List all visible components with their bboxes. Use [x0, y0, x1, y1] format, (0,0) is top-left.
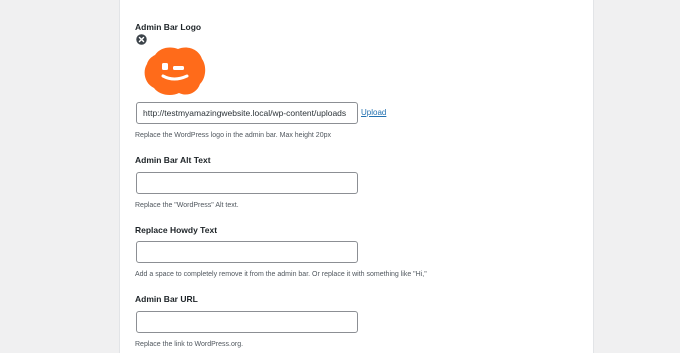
admin-bar-alt-text-input[interactable] [136, 172, 358, 194]
remove-logo-icon[interactable] [136, 34, 147, 45]
replace-howdy-text-input[interactable] [136, 241, 358, 263]
upload-logo-link[interactable]: Upload [361, 108, 386, 117]
admin-bar-alt-text-description: Replace the "WordPress" Alt text. [135, 202, 239, 209]
admin-bar-logo-label: Admin Bar Logo [135, 22, 202, 32]
admin-bar-logo-image [144, 47, 206, 96]
admin-bar-alt-text-label: Admin Bar Alt Text [135, 155, 211, 165]
replace-howdy-text-label: Replace Howdy Text [135, 225, 218, 235]
admin-bar-url-input[interactable] [136, 311, 358, 333]
admin-bar-url-label: Admin Bar URL [135, 294, 198, 304]
replace-howdy-text-description: Add a space to completely remove it from… [135, 271, 427, 278]
admin-bar-logo-description: Replace the WordPress logo in the admin … [135, 132, 331, 139]
admin-bar-logo-url-input[interactable] [136, 102, 358, 124]
admin-bar-url-description: Replace the link to WordPress.org. [135, 341, 244, 348]
